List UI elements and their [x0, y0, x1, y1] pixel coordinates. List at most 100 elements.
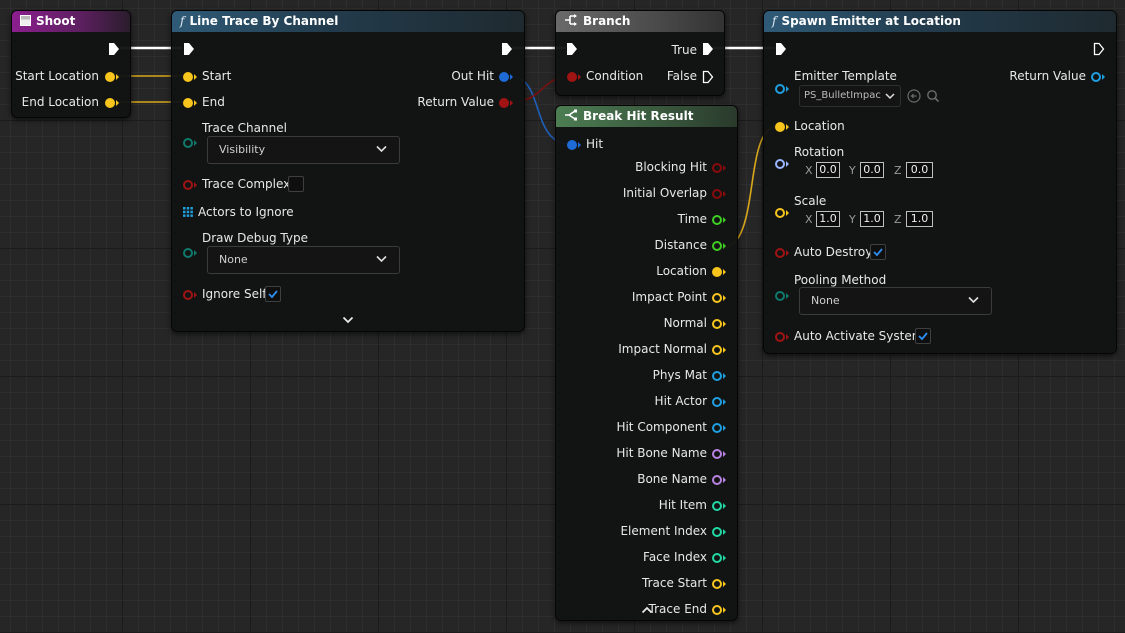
return-value-pin[interactable]: [1091, 72, 1101, 82]
pin-arrow-icon: [723, 399, 726, 405]
blocking-hit-pin[interactable]: [712, 163, 722, 173]
shoot-event-node[interactable]: Shoot Start Location End Location: [11, 10, 131, 118]
pin-arrow-icon: [1102, 74, 1105, 80]
bone-name-pin[interactable]: [712, 475, 722, 485]
bone-name-label: Bone Name: [637, 472, 707, 486]
draw-debug-type-pin[interactable]: [183, 248, 193, 258]
hit-component-pin[interactable]: [712, 423, 722, 433]
face-index-pin[interactable]: [712, 553, 722, 563]
node-header[interactable]: Break Hit Result: [556, 106, 737, 127]
phys-mat-pin[interactable]: [712, 371, 722, 381]
false-exec-pin[interactable]: [702, 70, 714, 84]
auto-destroy-pin[interactable]: [775, 248, 785, 258]
use-selected-asset-icon[interactable]: [907, 89, 921, 103]
trace-complex-checkbox[interactable]: [288, 176, 304, 192]
return-value-label: Return Value: [1009, 69, 1086, 83]
return-value-pin[interactable]: [499, 98, 509, 108]
hit-bone-name-pin[interactable]: [712, 449, 722, 459]
hit-pin[interactable]: [567, 140, 577, 150]
pooling-method-pin[interactable]: [775, 291, 785, 301]
exec-out-pin[interactable]: [501, 42, 513, 56]
line-trace-node[interactable]: f Line Trace By Channel Start End Out Hit…: [171, 10, 525, 332]
pooling-method-value: None: [811, 294, 840, 307]
auto-activate-checkbox[interactable]: [915, 328, 931, 344]
chevron-down-icon: [968, 296, 979, 304]
phys-mat-label: Phys Mat: [652, 368, 707, 382]
ignore-self-checkbox[interactable]: [265, 286, 281, 302]
scale-z-input[interactable]: 1.0: [906, 211, 933, 227]
hit-actor-pin[interactable]: [712, 397, 722, 407]
break-hit-result-node[interactable]: Break Hit Result Hit Blocking Hit Initial…: [555, 105, 738, 621]
search-icon[interactable]: [926, 89, 940, 103]
auto-activate-pin[interactable]: [775, 332, 785, 342]
hit-item-label: Hit Item: [658, 498, 707, 512]
chevron-down-icon: [376, 255, 387, 263]
spawn-emitter-node[interactable]: f Spawn Emitter at Location Emitter Templ…: [763, 10, 1117, 354]
exec-in-pin[interactable]: [775, 42, 787, 56]
time-pin[interactable]: [712, 215, 722, 225]
element-index-label: Element Index: [620, 524, 707, 538]
rotation-x-input[interactable]: 0.0: [816, 162, 840, 178]
element-index-pin[interactable]: [712, 527, 722, 537]
pin-arrow-icon: [723, 555, 726, 561]
draw-debug-type-value: None: [219, 253, 248, 266]
exec-in-pin[interactable]: [183, 42, 195, 56]
scale-pin[interactable]: [775, 208, 785, 218]
scale-x-input[interactable]: 1.0: [816, 211, 840, 227]
end-location-pin[interactable]: [105, 98, 115, 108]
trace-start-pin[interactable]: [712, 579, 722, 589]
true-exec-pin[interactable]: [702, 42, 714, 56]
draw-debug-type-label: Draw Debug Type: [202, 231, 308, 245]
draw-debug-type-dropdown[interactable]: None: [207, 246, 400, 274]
node-header[interactable]: Shoot: [12, 11, 130, 32]
distance-pin[interactable]: [712, 241, 722, 251]
branch-node[interactable]: Branch True Condition False: [555, 10, 725, 96]
trace-channel-dropdown[interactable]: Visibility: [207, 136, 400, 164]
condition-pin[interactable]: [567, 72, 577, 82]
emitter-template-dropdown[interactable]: PS_BulletImpac: [799, 85, 901, 107]
node-header[interactable]: f Line Trace By Channel: [172, 11, 524, 32]
scale-label: Scale: [794, 194, 827, 208]
pin-arrow-icon: [510, 74, 513, 80]
trace-channel-value: Visibility: [219, 143, 266, 156]
pin-arrow-icon: [194, 292, 197, 298]
impact-point-pin[interactable]: [712, 293, 722, 303]
emitter-template-pin[interactable]: [775, 84, 785, 94]
pin-arrow-icon: [786, 124, 789, 130]
hit-component-label: Hit Component: [616, 420, 707, 434]
trace-channel-pin[interactable]: [183, 138, 193, 148]
function-icon: f: [772, 14, 777, 28]
location-pin[interactable]: [712, 267, 722, 277]
impact-normal-pin[interactable]: [712, 345, 722, 355]
hit-item-pin[interactable]: [712, 501, 722, 511]
exec-in-pin[interactable]: [566, 42, 578, 56]
location-pin[interactable]: [775, 122, 785, 132]
initial-overlap-pin[interactable]: [712, 189, 722, 199]
pin-arrow-icon: [723, 373, 726, 379]
exec-out-pin[interactable]: [108, 42, 120, 56]
start-pin[interactable]: [183, 72, 193, 82]
pin-arrow-icon: [116, 100, 119, 106]
out-hit-pin[interactable]: [499, 72, 509, 82]
end-pin[interactable]: [183, 98, 193, 108]
node-header[interactable]: f Spawn Emitter at Location: [764, 11, 1116, 32]
scale-z-axis-label: Z: [894, 213, 902, 226]
pooling-method-dropdown[interactable]: None: [799, 287, 992, 315]
rotation-pin[interactable]: [775, 159, 785, 169]
expand-chevron-icon[interactable]: [342, 316, 354, 324]
scale-y-input[interactable]: 1.0: [860, 211, 884, 227]
collapse-chevron-icon[interactable]: [641, 606, 653, 614]
exec-out-pin[interactable]: [1093, 42, 1105, 56]
start-location-pin[interactable]: [105, 72, 115, 82]
rotation-z-input[interactable]: 0.0: [906, 162, 933, 178]
trace-end-pin[interactable]: [712, 605, 722, 615]
node-header[interactable]: Branch: [556, 11, 724, 32]
rotation-y-input[interactable]: 0.0: [860, 162, 884, 178]
trace-complex-pin[interactable]: [183, 180, 193, 190]
ignore-self-pin[interactable]: [183, 290, 193, 300]
auto-destroy-checkbox[interactable]: [870, 244, 886, 260]
chevron-down-icon: [885, 93, 895, 100]
node-title: Branch: [583, 14, 631, 28]
normal-pin[interactable]: [712, 319, 722, 329]
pin-arrow-icon: [194, 182, 197, 188]
